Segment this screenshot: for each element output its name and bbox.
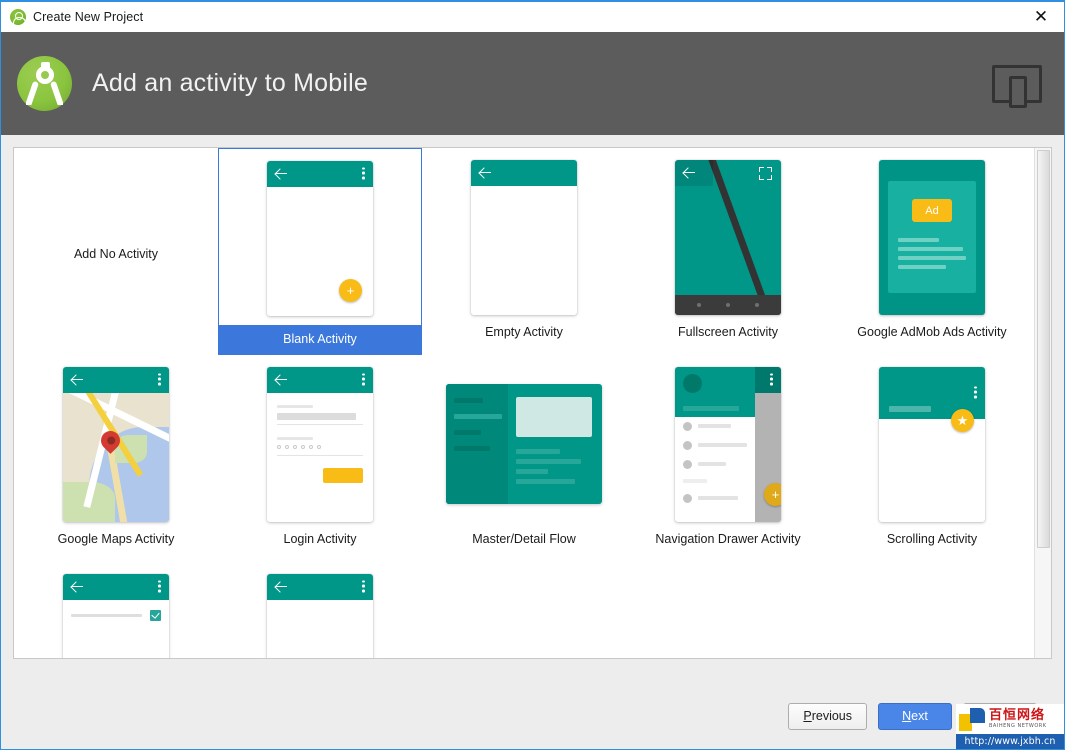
back-arrow-icon [275, 374, 287, 386]
app-bar [471, 159, 577, 186]
android-studio-logo [17, 56, 72, 111]
avatar [683, 373, 702, 393]
thumbnail-blank-activity: + [267, 160, 373, 316]
map-graphic [63, 392, 169, 522]
overflow-menu-icon [362, 167, 365, 180]
create-new-project-dialog: Create New Project ✕ Add an activity to … [0, 0, 1065, 750]
template-label: Add No Activity [73, 247, 159, 261]
app-bar [267, 573, 373, 600]
thumbnail-login-activity [267, 366, 373, 522]
template-label: Master/Detail Flow [472, 532, 576, 546]
template-label: Google AdMob Ads Activity [857, 325, 1007, 339]
system-navigation-bar [675, 294, 781, 315]
back-arrow-icon [479, 167, 491, 179]
thumbnail-admob-activity: Ad [879, 159, 985, 315]
template-cell-navigation-drawer-activity[interactable]: + Navigation Drawer Activity [626, 355, 830, 562]
watermark-overlay: 百恒网络 BAIHENG NETWORK http://www.jxbh.cn [956, 704, 1064, 749]
app-bar [267, 366, 373, 393]
page-title: Add an activity to Mobile [92, 69, 368, 97]
list-item [63, 600, 169, 621]
tablet-phone-icon [992, 64, 1042, 108]
list-item [675, 455, 755, 474]
overflow-menu-icon [974, 386, 977, 399]
dialog-header: Add an activity to Mobile [1, 32, 1064, 135]
template-cell-tabbed-activity[interactable] [218, 562, 422, 658]
template-cell-settings-activity[interactable] [14, 562, 218, 658]
thumbnail-tabbed-activity [267, 573, 373, 658]
back-arrow-icon [275, 168, 287, 180]
template-label: Scrolling Activity [886, 532, 978, 546]
fullscreen-expand-icon [759, 166, 772, 180]
close-icon[interactable]: ✕ [1018, 2, 1064, 32]
previous-button[interactable]: Previous [788, 702, 867, 730]
template-cell-master-detail-flow[interactable]: Master/Detail Flow [422, 355, 626, 562]
next-button[interactable]: Next [878, 702, 952, 730]
thumbnail-navigation-drawer-activity: + [675, 366, 781, 522]
template-cell-blank-activity[interactable]: + Blank Activity [218, 148, 422, 355]
sign-in-button-shape [323, 467, 363, 483]
template-label: Blank Activity [219, 325, 421, 354]
template-cell-fullscreen-activity[interactable]: Fullscreen Activity [626, 148, 830, 355]
ad-badge: Ad [912, 199, 952, 222]
template-row: Add No Activity + Blank Activity Empty A… [14, 148, 1034, 355]
template-label: Empty Activity [485, 325, 563, 339]
back-arrow-icon [683, 167, 695, 179]
app-bar-right [755, 366, 781, 393]
thumbnail-master-detail-flow [446, 384, 602, 504]
template-cell-add-no-activity[interactable]: Add No Activity [14, 148, 218, 355]
app-bar [267, 160, 373, 187]
template-cell-google-maps-activity[interactable]: Google Maps Activity [14, 355, 218, 562]
back-arrow-icon [275, 581, 287, 593]
template-grid: Add No Activity + Blank Activity Empty A… [14, 148, 1034, 658]
thumbnail-settings-activity [63, 573, 169, 658]
back-arrow-icon [71, 374, 83, 386]
thumbnail-google-maps-activity [63, 366, 169, 522]
floating-action-button-icon: + [764, 482, 781, 506]
overflow-menu-icon [362, 373, 365, 386]
android-studio-icon [10, 8, 26, 25]
template-label: Navigation Drawer Activity [655, 532, 801, 546]
app-bar [63, 366, 169, 393]
template-cell-admob-activity[interactable]: Ad Google AdMob Ads Activity [830, 148, 1034, 355]
app-bar [63, 573, 169, 600]
overflow-menu-icon [158, 580, 161, 593]
checkbox-icon [150, 609, 161, 621]
thumbnail-empty-placeholder [14, 152, 218, 322]
list-item [675, 489, 755, 508]
thumbnail-empty-activity [471, 159, 577, 315]
template-cell-login-activity[interactable]: Login Activity [218, 355, 422, 562]
vertical-scrollbar[interactable] [1034, 148, 1051, 658]
template-row [14, 562, 1034, 658]
thumbnail-fullscreen-activity [675, 159, 781, 315]
list-item [675, 436, 755, 455]
navigation-drawer [675, 366, 755, 522]
thumbnail-scrolling-activity: ★ [879, 366, 985, 522]
template-label: Login Activity [283, 532, 357, 546]
template-cell-empty-activity[interactable]: Empty Activity [422, 148, 626, 355]
overflow-menu-icon [770, 373, 773, 386]
list-item [675, 417, 755, 436]
template-cell-scrolling-activity[interactable]: ★ Scrolling Activity [830, 355, 1034, 562]
template-label: Fullscreen Activity [677, 325, 779, 339]
watermark-url: http://www.jxbh.cn [956, 734, 1064, 749]
back-arrow-icon [71, 581, 83, 593]
overflow-menu-icon [362, 580, 365, 593]
template-gallery-panel: Add No Activity + Blank Activity Empty A… [13, 147, 1052, 659]
dialog-footer: Previous Next Cancel [1, 680, 1064, 749]
template-label: Google Maps Activity [57, 532, 175, 546]
template-row: Google Maps Activity Login Activity Mast… [14, 355, 1034, 562]
floating-action-button-icon: ★ [951, 408, 974, 432]
watermark-brand-cn: 百恒网络 [989, 708, 1046, 724]
watermark-brand-en: BAIHENG NETWORK [989, 722, 1047, 729]
overflow-menu-icon [158, 373, 161, 386]
window-title: Create New Project [33, 9, 144, 24]
window-titlebar: Create New Project ✕ [1, 2, 1064, 32]
dialog-body: Add No Activity + Blank Activity Empty A… [1, 135, 1064, 749]
baiheng-logo-icon [959, 707, 985, 731]
floating-action-button-icon: + [339, 278, 362, 302]
scrollbar-thumb[interactable] [1037, 150, 1050, 548]
